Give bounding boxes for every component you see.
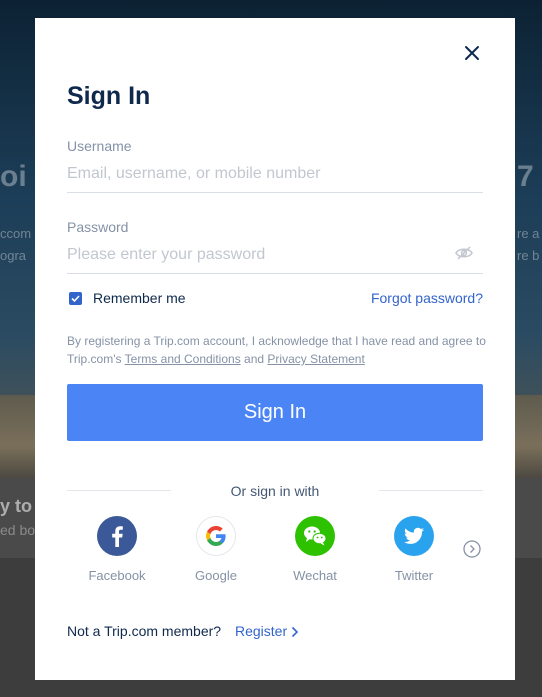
not-member-text: Not a Trip.com member? [67,623,222,639]
hide-password-icon[interactable] [454,245,474,261]
username-input[interactable] [67,156,483,193]
forgot-password-link[interactable]: Forgot password? [371,290,483,306]
twitter-icon [394,516,434,556]
close-icon[interactable] [461,42,483,64]
wechat-icon [295,516,335,556]
remember-me-checkbox[interactable] [69,292,82,305]
twitter-login[interactable]: Twitter [379,516,449,583]
hero-line2-left: ogra [0,248,27,263]
privacy-link[interactable]: Privacy Statement [267,352,364,366]
or-sign-in-with: Or sign in with [230,483,320,499]
twitter-label: Twitter [394,568,434,583]
facebook-icon [97,516,137,556]
remember-me-label[interactable]: Remember me [93,290,186,306]
more-options-chevron-icon[interactable] [463,540,481,558]
username-label: Username [67,138,132,154]
agreement-text: By registering a Trip.com account, I ack… [67,332,487,368]
facebook-label: Facebook [88,568,146,583]
wechat-login[interactable]: Wechat [280,516,350,583]
chevron-right-icon[interactable] [290,625,300,638]
hero-line2-right: re b [517,248,540,263]
register-link[interactable]: Register [235,623,287,639]
wechat-label: Wechat [293,568,337,583]
google-label: Google [195,568,237,583]
hero-headline-right: 7 [517,160,534,193]
agreement-and: and [244,352,265,366]
password-label: Password [67,219,129,235]
hero-line1-left: ccom [0,226,32,241]
sign-in-button[interactable]: Sign In [67,384,483,441]
terms-link[interactable]: Terms and Conditions [125,352,241,366]
facebook-login[interactable]: Facebook [82,516,152,583]
hero-headline-left: oi [0,160,27,193]
password-input[interactable] [67,237,483,274]
modal-title: Sign In [67,82,151,110]
divider-right [379,490,483,491]
google-login[interactable]: Google [181,516,251,583]
sign-in-modal: Sign In Username Password Remember me Fo… [35,18,515,680]
hero-line1-right: re a [517,226,540,241]
google-icon [196,516,236,556]
band-subtitle: ed bo [0,522,36,538]
